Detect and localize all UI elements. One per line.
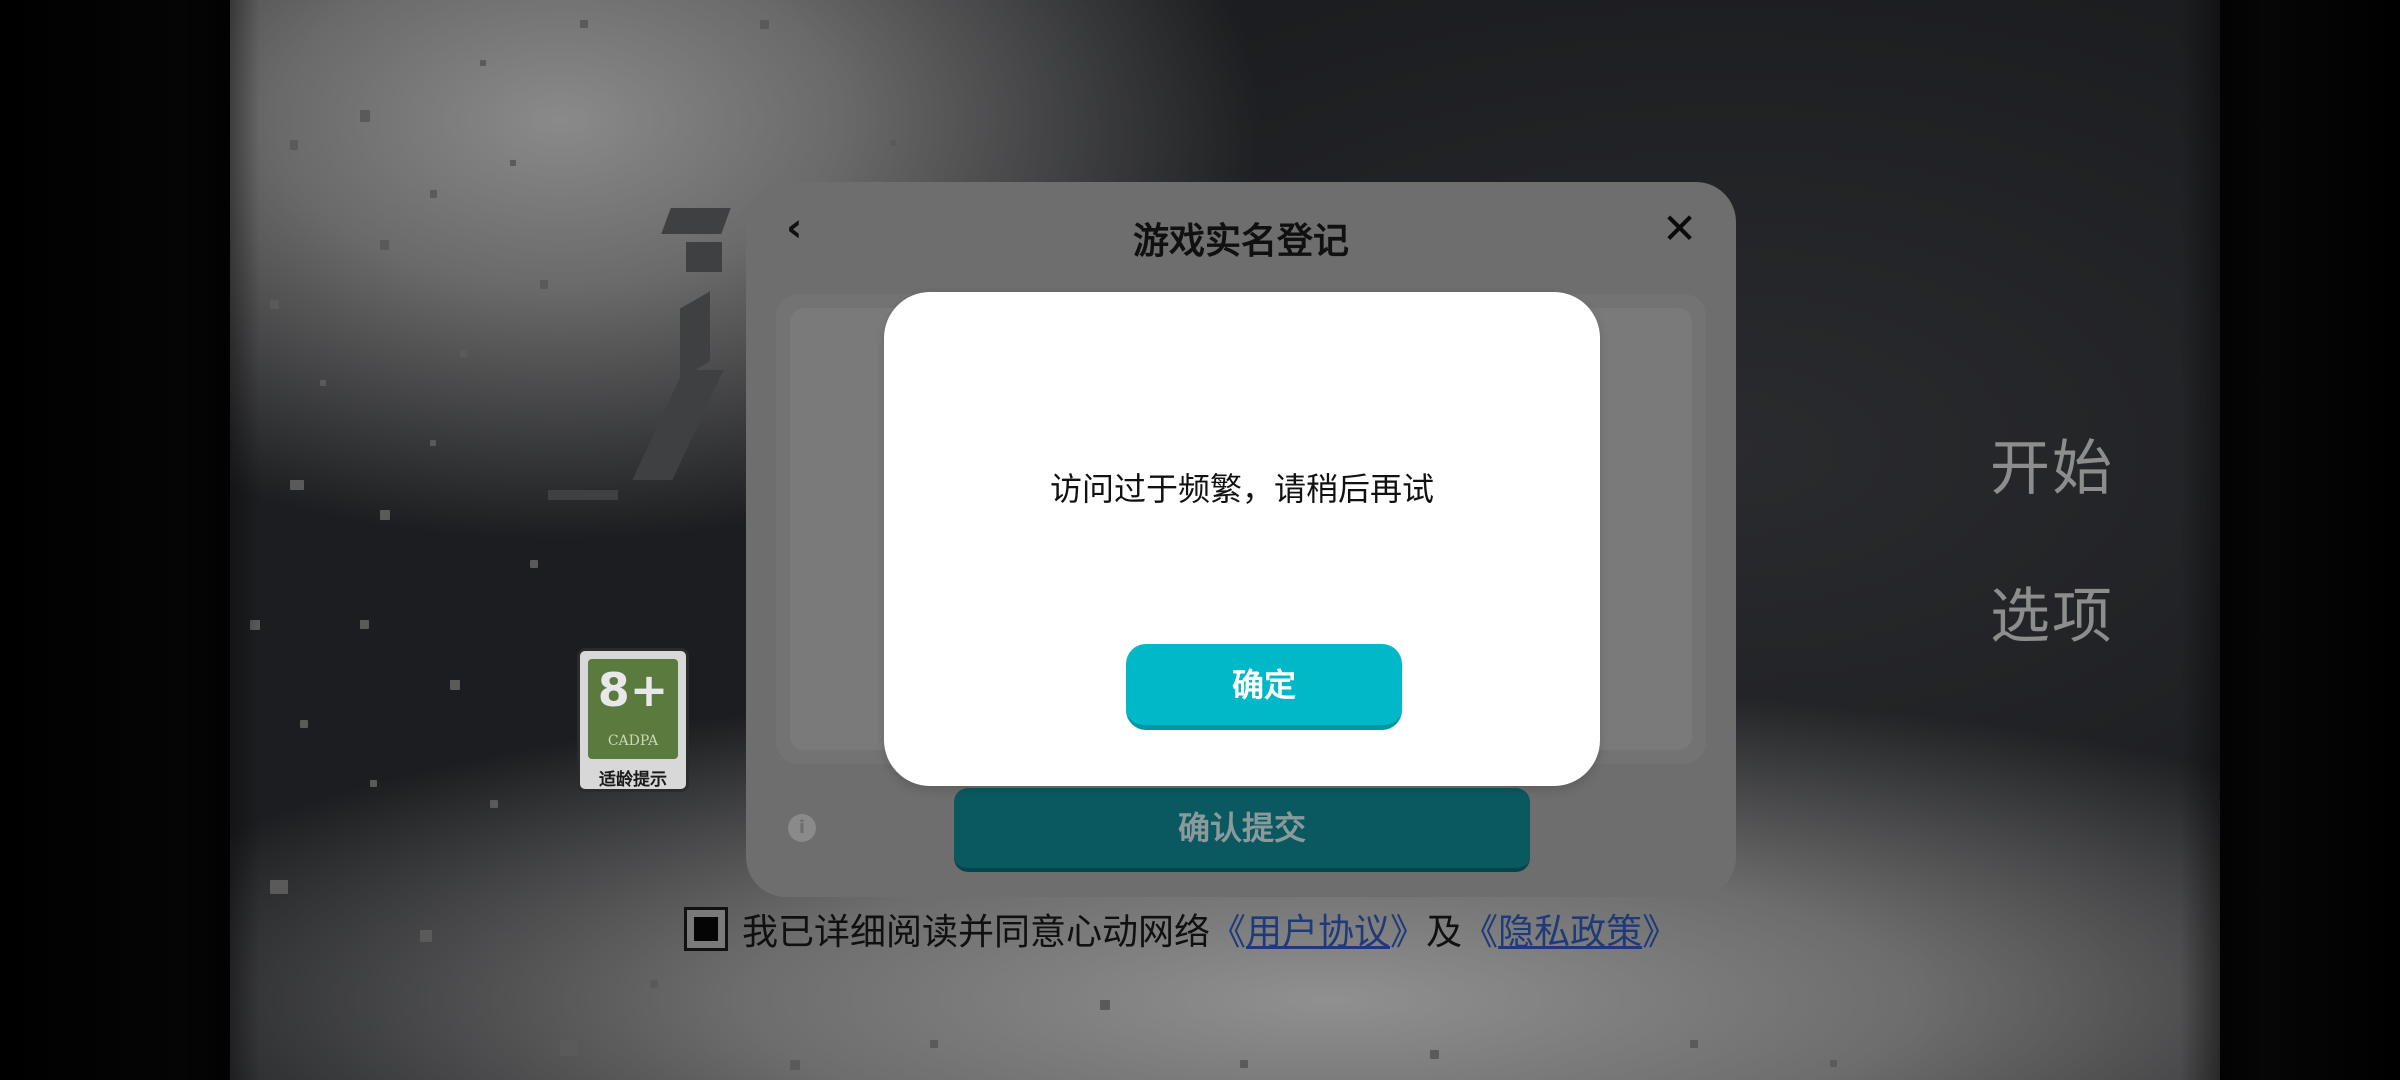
particle xyxy=(270,880,288,894)
alert-message: 访问过于频繁，请稍后再试 xyxy=(1049,470,1434,508)
quote-mark: 《 xyxy=(1210,912,1247,953)
particle xyxy=(460,350,467,357)
particle xyxy=(430,190,437,198)
particle xyxy=(380,240,389,250)
particle xyxy=(270,300,279,309)
particle xyxy=(1100,1000,1110,1010)
quote-mark: 》 xyxy=(1390,912,1427,953)
particle xyxy=(430,440,436,446)
checkbox-check-mark xyxy=(694,917,718,941)
particle xyxy=(580,20,588,28)
right-vignette xyxy=(2180,0,2400,1080)
registration-title: 游戏实名登记 xyxy=(1132,221,1349,262)
menu-start[interactable]: 开始 xyxy=(1990,420,2114,507)
agreement-checkbox[interactable] xyxy=(684,907,728,951)
particle xyxy=(300,720,308,728)
particle xyxy=(1830,1060,1837,1067)
user-agreement-link[interactable]: 用户协议 xyxy=(1246,903,1390,955)
menu-options[interactable]: 选项 xyxy=(1990,568,2114,655)
particle xyxy=(560,1040,578,1056)
agreement-conjunction: 及 xyxy=(1426,912,1463,953)
particle xyxy=(290,480,304,490)
game-logo-shard xyxy=(661,208,731,234)
game-logo-shard xyxy=(686,242,722,272)
game-screen: 开始 选项 8+ CADPA 适龄提示 ‹ 游戏实名登记 ✕ i 确认提交 我已… xyxy=(0,0,2400,1080)
particle xyxy=(760,20,769,29)
age-rating-badge: 8+ CADPA 适龄提示 xyxy=(577,648,689,792)
particle xyxy=(510,160,516,166)
particle xyxy=(480,60,486,66)
particle xyxy=(930,1040,938,1048)
info-icon[interactable]: i xyxy=(788,814,816,842)
left-vignette xyxy=(0,0,260,1080)
particle xyxy=(1430,1050,1439,1059)
agreement-row: 我已详细阅读并同意心动网络 《 用户协议 》 及 《 隐私政策 》 xyxy=(684,904,1678,954)
particle xyxy=(1240,1060,1248,1068)
age-rating-hint: 适龄提示 xyxy=(599,770,667,790)
particle xyxy=(790,1060,800,1070)
game-logo-shard xyxy=(632,370,724,480)
particle xyxy=(420,930,432,942)
particle xyxy=(370,780,377,787)
age-rating-org: CADPA xyxy=(607,733,659,749)
quote-mark: 》 xyxy=(1642,912,1679,953)
agreement-text: 我已详细阅读并同意心动网络 xyxy=(742,912,1211,953)
game-logo-shard xyxy=(548,490,618,500)
particle xyxy=(360,620,369,629)
particle xyxy=(530,560,538,568)
privacy-policy-link[interactable]: 隐私政策 xyxy=(1498,903,1642,955)
particle xyxy=(650,980,658,988)
confirm-submit-button[interactable]: 确认提交 xyxy=(954,788,1530,872)
alert-dialog: 访问过于频繁，请稍后再试 确定 xyxy=(884,292,1600,786)
alert-confirm-button[interactable]: 确定 xyxy=(1126,644,1402,730)
game-logo-shard xyxy=(680,291,710,379)
particle xyxy=(540,280,548,289)
quote-mark: 《 xyxy=(1462,912,1499,953)
particle xyxy=(490,800,498,808)
particle xyxy=(380,510,390,520)
particle xyxy=(320,380,326,386)
close-icon[interactable]: ✕ xyxy=(1662,208,1697,250)
particle xyxy=(360,110,370,122)
age-rating-number: 8+ xyxy=(597,663,669,717)
particle xyxy=(1690,1040,1698,1048)
particle xyxy=(290,140,298,150)
particle xyxy=(890,140,896,146)
particle xyxy=(450,680,460,690)
